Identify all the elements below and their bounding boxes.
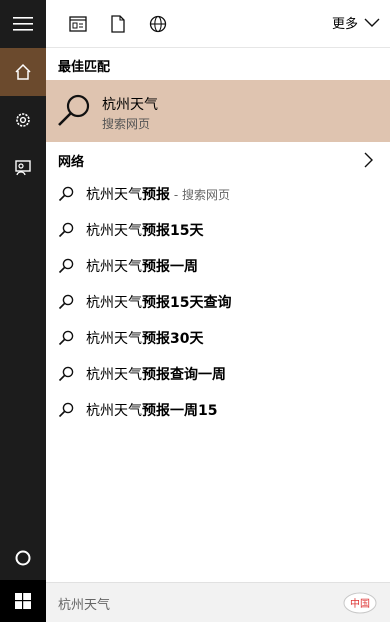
suggestion-prefix: 杭州天气	[86, 223, 142, 239]
apps-filter-button[interactable]	[68, 14, 88, 34]
web-suggestion-item[interactable]: 杭州天气预报15天	[46, 211, 390, 247]
search-icon	[58, 186, 74, 202]
more-filters-button[interactable]: 更多	[332, 13, 380, 32]
suggestion-bold: 预报	[142, 187, 170, 203]
web-suggestion-item[interactable]: 杭州天气预报15天查询	[46, 283, 390, 319]
suggestion-bold: 预报30天	[142, 331, 204, 347]
web-suggestion-item[interactable]: 杭州天气预报30天	[46, 319, 390, 355]
globe-icon	[149, 15, 167, 33]
suggestion-bold: 预报15天	[142, 223, 204, 239]
suggestion-prefix: 杭州天气	[86, 331, 142, 347]
suggestion-prefix: 杭州天气	[86, 259, 142, 275]
web-filter-button[interactable]	[148, 14, 168, 34]
documents-filter-button[interactable]	[108, 14, 128, 34]
suggestion-bold: 预报一周	[142, 259, 198, 275]
best-match-result[interactable]: 杭州天气 搜索网页	[46, 80, 390, 142]
web-suggestion-item[interactable]: 杭州天气预报查询一周	[46, 355, 390, 391]
suggestion-extra: - 搜索网页	[170, 188, 230, 202]
best-match-title: 杭州天气	[102, 97, 158, 113]
windows-start-button[interactable]	[0, 580, 46, 622]
windows-logo-icon	[15, 593, 31, 609]
apps-icon	[69, 16, 87, 32]
search-icon	[58, 258, 74, 274]
left-rail	[0, 0, 46, 622]
search-query-text: 杭州天气	[58, 598, 111, 613]
chevron-down-icon	[364, 18, 380, 27]
brand-text: 中国	[350, 597, 370, 610]
filter-toolbar: 更多	[46, 0, 390, 48]
search-icon	[58, 330, 74, 346]
suggestion-prefix: 杭州天气	[86, 367, 142, 383]
hamburger-icon	[13, 17, 33, 31]
suggestion-prefix: 杭州天气	[86, 403, 142, 419]
cortana-button[interactable]	[0, 534, 46, 582]
web-suggestion-item[interactable]: 杭州天气预报一周15	[46, 391, 390, 427]
search-icon	[58, 294, 74, 310]
search-icon	[58, 366, 74, 382]
web-heading: 网络	[58, 155, 85, 170]
search-icon	[58, 222, 74, 238]
suggestion-prefix: 杭州天气	[86, 187, 142, 203]
best-match-heading: 最佳匹配	[58, 60, 111, 75]
feedback-icon	[15, 160, 31, 176]
web-suggestion-item[interactable]: 杭州天气预报一周	[46, 247, 390, 283]
search-results-panel: 更多 最佳匹配 杭州天气 搜索网页 网络 杭州天气预报 - 搜索网页 杭州天气预…	[46, 0, 390, 582]
feedback-button[interactable]	[0, 144, 46, 192]
suggestion-bold: 预报一周15	[142, 403, 218, 419]
search-box[interactable]: 杭州天气 中国	[46, 582, 390, 622]
chevron-right-icon[interactable]	[364, 152, 374, 168]
search-icon	[58, 402, 74, 418]
brand-watermark-icon: 中国	[342, 590, 378, 616]
home-icon	[15, 63, 31, 80]
suggestion-bold: 预报查询一周	[142, 367, 226, 383]
suggestion-bold: 预报15天查询	[142, 295, 232, 311]
suggestion-prefix: 杭州天气	[86, 295, 142, 311]
hamburger-menu-button[interactable]	[0, 0, 46, 48]
web-suggestion-item[interactable]: 杭州天气预报 - 搜索网页	[46, 175, 390, 211]
settings-button[interactable]	[0, 96, 46, 144]
best-match-subtitle: 搜索网页	[102, 117, 151, 131]
search-icon	[58, 94, 90, 126]
more-label: 更多	[331, 17, 358, 32]
gear-icon	[16, 113, 30, 127]
cortana-circle-icon	[15, 550, 31, 566]
document-icon	[111, 15, 125, 33]
home-button[interactable]	[0, 48, 46, 96]
